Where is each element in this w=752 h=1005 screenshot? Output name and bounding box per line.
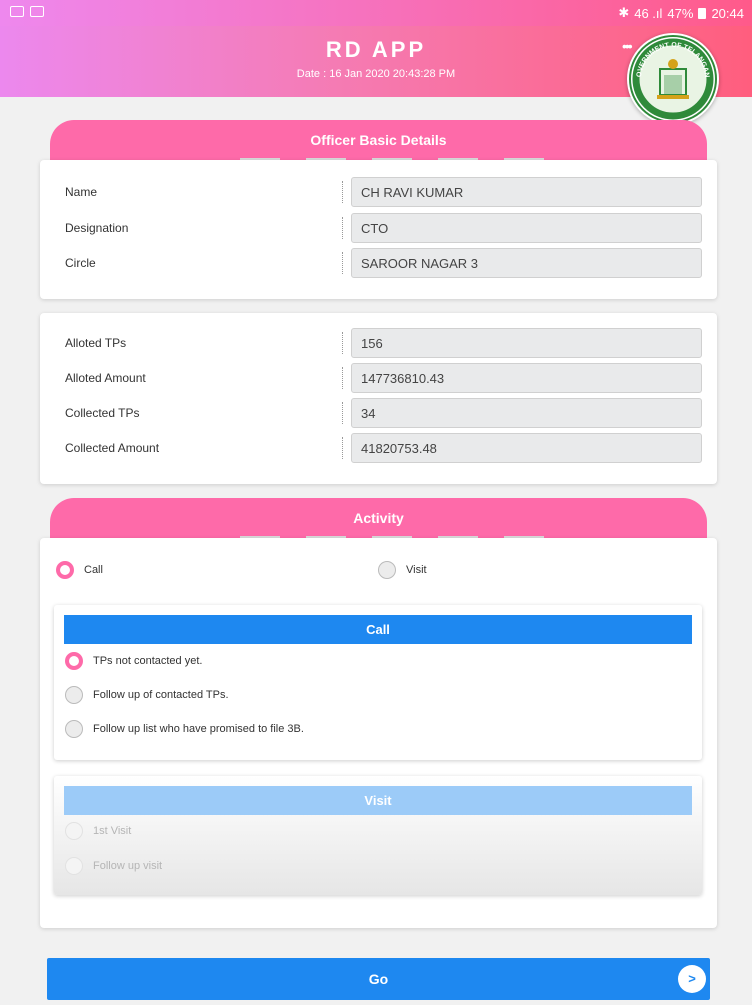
follow-up-promised-label: Follow up list who have promised to file… bbox=[93, 723, 304, 735]
go-button-label: Go bbox=[368, 971, 389, 987]
follow-up-contacted-option[interactable]: Follow up of contacted TPs. bbox=[65, 686, 229, 704]
alloted-amount-value: 147736810.43 bbox=[351, 363, 702, 393]
designation-label: Designation bbox=[65, 221, 129, 235]
screen-icon bbox=[30, 6, 44, 17]
alloted-amount-label: Alloted Amount bbox=[65, 371, 146, 385]
collected-tps-row: Collected TPs 34 bbox=[40, 398, 717, 428]
circle-row: Circle SAROOR NAGAR 3 bbox=[40, 248, 717, 278]
collected-amount-row: Collected Amount 41820753.48 bbox=[40, 433, 717, 463]
name-label: Name bbox=[65, 185, 98, 199]
visit-option[interactable]: Visit bbox=[378, 561, 427, 579]
collected-tps-label: Collected TPs bbox=[65, 406, 140, 420]
status-bar: ✱ 46 .ıl 47% 20:44 bbox=[0, 0, 752, 26]
first-visit-option[interactable]: 1st Visit bbox=[65, 822, 131, 840]
activity-title: Activity bbox=[353, 510, 404, 526]
collected-tps-value: 34 bbox=[351, 398, 702, 428]
call-panel: Call TPs not contacted yet. Follow up of… bbox=[54, 605, 702, 760]
visit-radio[interactable] bbox=[378, 561, 396, 579]
alloted-tps-row: Alloted TPs 156 bbox=[40, 328, 717, 358]
activity-card: Call Visit Call TPs not contacted yet. F… bbox=[40, 538, 717, 928]
officer-details-title: Officer Basic Details bbox=[310, 132, 447, 148]
tp-stats-card: Alloted TPs 156 Alloted Amount 147736810… bbox=[40, 313, 717, 484]
mail-icon bbox=[10, 6, 24, 17]
circle-value: SAROOR NAGAR 3 bbox=[351, 248, 702, 278]
designation-value: CTO bbox=[351, 213, 702, 243]
circle-label: Circle bbox=[65, 256, 96, 270]
go-button[interactable]: Go > bbox=[47, 958, 710, 1000]
first-visit-label: 1st Visit bbox=[93, 825, 132, 837]
call-option-label: Call bbox=[84, 564, 103, 576]
collected-amount-value: 41820753.48 bbox=[351, 433, 702, 463]
signal-indicator: 46 .ıl bbox=[634, 5, 663, 21]
tps-not-contacted-label: TPs not contacted yet. bbox=[93, 655, 203, 667]
name-row: Name CH RAVI KUMAR bbox=[40, 177, 717, 207]
tps-not-contacted-radio[interactable] bbox=[65, 652, 83, 670]
visit-option-label: Visit bbox=[406, 564, 427, 576]
battery-icon bbox=[698, 7, 707, 19]
call-radio[interactable] bbox=[56, 561, 74, 579]
visit-panel: Visit 1st Visit Follow up visit bbox=[54, 776, 702, 895]
tps-not-contacted-option[interactable]: TPs not contacted yet. bbox=[65, 652, 202, 670]
call-panel-header: Call bbox=[64, 615, 692, 644]
follow-up-visit-radio[interactable] bbox=[65, 857, 83, 875]
call-option[interactable]: Call bbox=[56, 561, 103, 579]
arrow-right-icon[interactable]: > bbox=[678, 965, 706, 993]
follow-up-contacted-label: Follow up of contacted TPs. bbox=[93, 689, 229, 701]
follow-up-promised-option[interactable]: Follow up list who have promised to file… bbox=[65, 720, 304, 738]
visit-panel-header: Visit bbox=[64, 786, 692, 815]
designation-row: Designation CTO bbox=[40, 213, 717, 243]
clock: 20:44 bbox=[711, 5, 744, 21]
battery-percent: 47% bbox=[667, 5, 694, 21]
collected-amount-label: Collected Amount bbox=[65, 441, 160, 455]
alloted-tps-value: 156 bbox=[351, 328, 702, 358]
bluetooth-icon: ✱ bbox=[618, 5, 630, 20]
alloted-amount-row: Alloted Amount 147736810.43 bbox=[40, 363, 717, 393]
follow-up-contacted-radio[interactable] bbox=[65, 686, 83, 704]
government-emblem-logo: GOVERNMENT OF TELANGANA bbox=[624, 28, 719, 125]
follow-up-visit-option[interactable]: Follow up visit bbox=[65, 857, 162, 875]
officer-details-card: Name CH RAVI KUMAR Designation CTO Circl… bbox=[40, 160, 717, 299]
follow-up-visit-label: Follow up visit bbox=[93, 860, 163, 872]
follow-up-promised-radio[interactable] bbox=[65, 720, 83, 738]
alloted-tps-label: Alloted TPs bbox=[65, 336, 127, 350]
name-value: CH RAVI KUMAR bbox=[351, 177, 702, 207]
first-visit-radio[interactable] bbox=[65, 822, 83, 840]
